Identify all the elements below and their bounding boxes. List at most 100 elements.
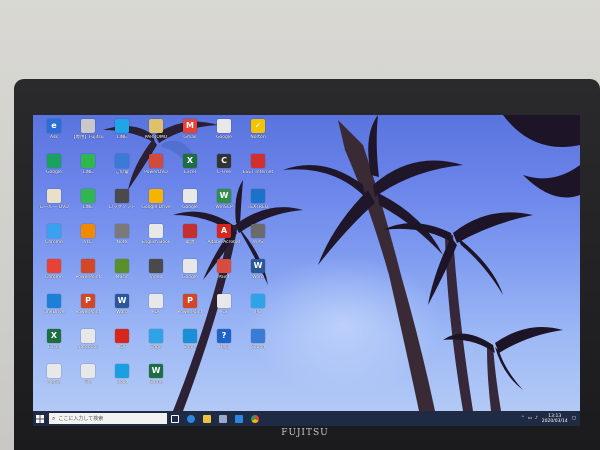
desktop-icon[interactable]: P PowerPoint [71, 294, 105, 327]
desktop-icon[interactable]: Google [173, 189, 207, 222]
desktop-icon[interactable]: e Ask [37, 119, 71, 152]
taskbar-file-explorer-icon[interactable] [199, 411, 215, 426]
desktop-icon[interactable]: File [71, 364, 105, 397]
desktop-icon[interactable]: Google [173, 259, 207, 292]
desktop-icon[interactable]: VLC [71, 224, 105, 257]
desktop-icon[interactable]: ✓ Norton [241, 119, 275, 152]
taskbar-chrome-icon[interactable] [247, 411, 263, 426]
app-icon: X [183, 154, 197, 168]
network-icon[interactable]: ▭ [528, 416, 532, 421]
desktop-icon[interactable]: PC [241, 294, 275, 327]
desktop-icon[interactable]: Media [37, 364, 71, 397]
desktop-icon[interactable]: C C-Free [207, 154, 241, 187]
desktop-icon[interactable]: Sound [241, 329, 275, 362]
desktop-icon[interactable]: OneDrive [37, 294, 71, 327]
tray-chevron-up-icon[interactable]: ⌃ [521, 416, 525, 421]
desktop-icon[interactable]: Video [139, 259, 173, 292]
volume-icon[interactable]: ♪ [535, 416, 538, 421]
start-button[interactable] [33, 411, 47, 426]
desktop-icon-label: 【専用】Fujitsu Connect Notebook [71, 135, 105, 140]
notification-icon[interactable]: ▢ [572, 416, 576, 421]
app-icon: W [217, 189, 231, 203]
desktop-icon-label: Google [182, 205, 198, 210]
desktop-icon-label: TEXTREQ [247, 205, 269, 210]
taskbar-mail-icon[interactable] [231, 411, 247, 426]
desktop-icon-label: PC [255, 310, 261, 315]
desktop-icon[interactable]: LINE [105, 119, 139, 152]
desktop-icon[interactable]: Google [207, 119, 241, 152]
desktop-icon-label: Media [47, 380, 61, 385]
app-icon: ✓ [251, 119, 265, 133]
app-icon [47, 154, 61, 168]
desktop-icon[interactable]: LINE [71, 189, 105, 222]
desktop-icon-label: Video [149, 275, 163, 280]
desktop-icon[interactable]: この電 [105, 154, 139, 187]
desktop-icon[interactable]: PDF [105, 329, 139, 362]
desktop-icon[interactable]: Chrome [37, 224, 71, 257]
desktop-icon-label: PowerDVD [144, 170, 168, 175]
app-icon: P [183, 294, 197, 308]
desktop-icon[interactable]: Edge [139, 329, 173, 362]
desktop-icon[interactable]: Music [105, 259, 139, 292]
desktop-icon[interactable]: English Book [139, 224, 173, 257]
desktop-icon-label: 電源 [185, 240, 195, 245]
desktop-icon[interactable]: 電源 [173, 224, 207, 257]
desktop-icon-label: Chrome [45, 275, 63, 280]
desktop-icon[interactable]: PowerDVD [139, 154, 173, 187]
app-icon [81, 364, 95, 378]
desktop-icon[interactable]: Cloud [105, 364, 139, 397]
desktop-icon[interactable]: Google [37, 154, 71, 187]
desktop-icon[interactable]: ロールー DVD [37, 189, 71, 222]
desktop-icon[interactable]: W Word [105, 294, 139, 327]
desktop-icon[interactable]: PowerPoint [71, 259, 105, 292]
desktop-icon[interactable]: Note [105, 224, 139, 257]
desktop-icon[interactable]: X Excel [37, 329, 71, 362]
desktop-icon[interactable]: ロックソフト [105, 189, 139, 222]
desktop-icon[interactable]: W WinSCP [207, 189, 241, 222]
desktop-icon[interactable]: W Word [241, 259, 275, 292]
desktop-icon[interactable]: Google Drive [139, 189, 173, 222]
desktop-icon[interactable]: PDF [139, 294, 173, 327]
app-icon [149, 294, 163, 308]
desktop-icon-label: Google [46, 170, 62, 175]
desktop-icon[interactable]: X Excel [173, 154, 207, 187]
app-icon [47, 224, 61, 238]
desktop-icon[interactable]: ESET Internet [241, 154, 275, 187]
desktop-icon-label: PDF [219, 310, 229, 315]
desktop-icon[interactable]: ? Help [207, 329, 241, 362]
app-icon [115, 259, 129, 273]
desktop-icon-label: Excel [48, 345, 60, 350]
desktop-icon[interactable]: Share [173, 329, 207, 362]
desktop-icon[interactable]: Paint [207, 259, 241, 292]
desktop-icon[interactable]: PARROMO [139, 119, 173, 152]
taskbar-store-icon[interactable] [215, 411, 231, 426]
desktop-icon-label: Chrome [45, 240, 63, 245]
desktop-icon[interactable]: LINE [71, 154, 105, 187]
app-icon [149, 224, 163, 238]
app-icon [183, 259, 197, 273]
desktop-icon-label: Notebook [77, 345, 99, 350]
taskbar-edge-icon[interactable] [183, 411, 199, 426]
app-icon: e [47, 119, 61, 133]
desktop-icon-label: この電 [115, 170, 129, 175]
taskbar-search-box[interactable]: ⌕ ここに入力して検索 [49, 413, 167, 424]
desktop-icon[interactable]: TEXTREQ [241, 189, 275, 222]
desktop-icon[interactable]: M Gmail [173, 119, 207, 152]
desktop-icon[interactable]: 【専用】Fujitsu Connect Notebook [71, 119, 105, 152]
desktop-icon[interactable]: WPS [241, 224, 275, 257]
app-icon [251, 224, 265, 238]
taskbar-clock[interactable]: 13:13 2020/03/14 [542, 414, 568, 424]
desktop-icon-label: Share [183, 345, 197, 350]
app-icon [149, 329, 163, 343]
desktop-icon[interactable]: Notebook [71, 329, 105, 362]
desktop-icon[interactable]: Chrome [37, 259, 71, 292]
desktop-icon[interactable]: W Game [139, 364, 173, 397]
app-icon: W [251, 259, 265, 273]
desktop-icon-label: Google Drive [141, 205, 171, 210]
taskbar-task-view-icon[interactable] [167, 411, 183, 426]
desktop-icon[interactable]: P PowerPoint [173, 294, 207, 327]
desktop-icon[interactable]: A Adobe Acrobat [207, 224, 241, 257]
desktop-icon[interactable]: PDF [207, 294, 241, 327]
app-icon [47, 189, 61, 203]
app-icon [47, 294, 61, 308]
